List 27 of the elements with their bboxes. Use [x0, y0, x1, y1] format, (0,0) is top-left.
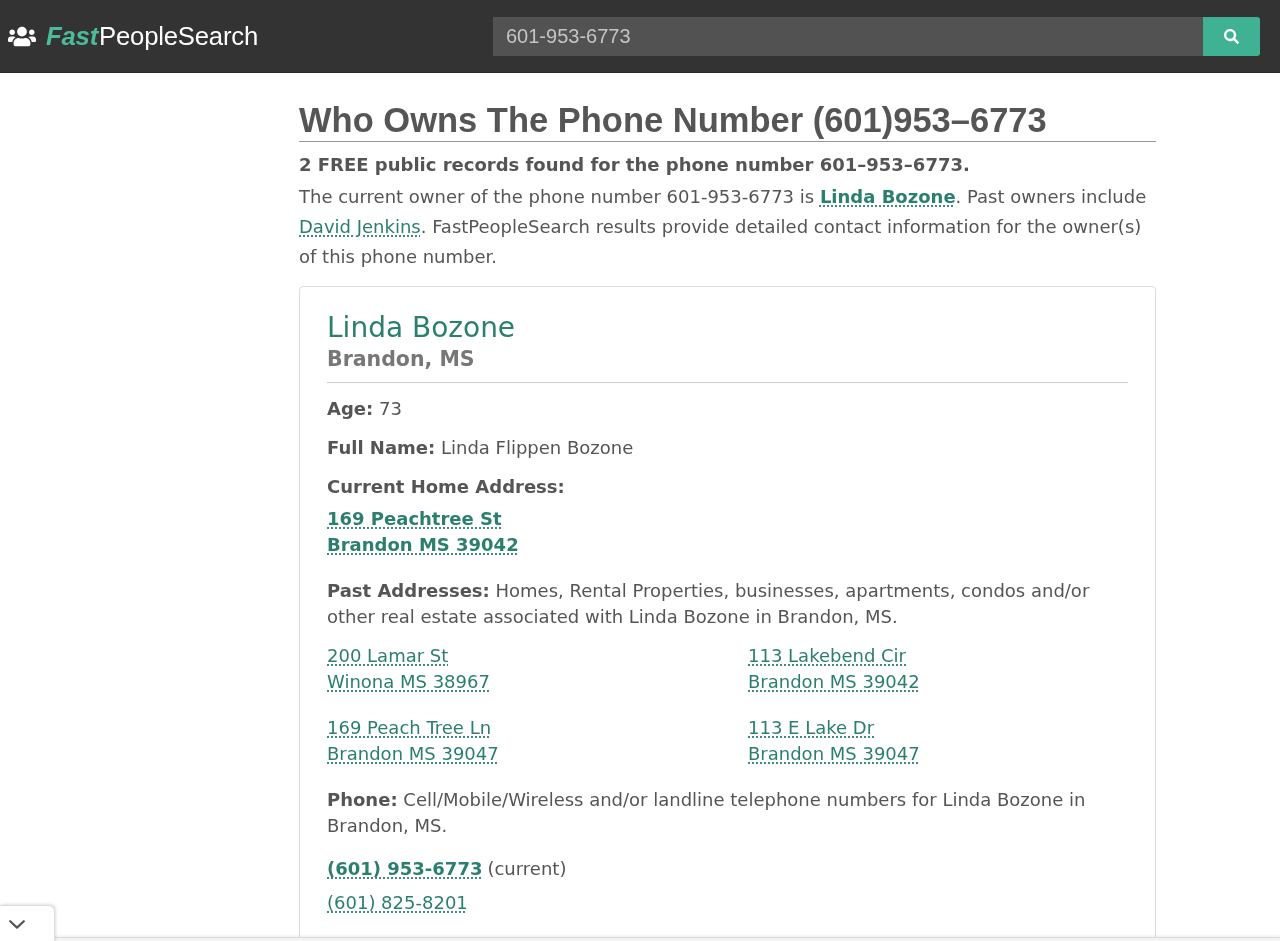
phone-link[interactable]: (601) 825-8201	[327, 890, 468, 916]
phone-status-text: (current)	[487, 857, 567, 881]
address-link[interactable]: 113 E Lake Dr Brandon MS 39047	[748, 715, 920, 767]
phone-link[interactable]: (601) 953-6773	[327, 856, 483, 882]
drawer-toggle-button[interactable]	[0, 905, 55, 941]
logo-text[interactable]: FastPeopleSearch	[46, 21, 258, 51]
address-link[interactable]: 169 Peachtree St Brandon MS 39042	[327, 506, 519, 558]
person-name-link[interactable]: Linda Bozone	[819, 186, 956, 207]
address-link[interactable]: 169 Peach Tree Ln Brandon MS 39047	[327, 715, 499, 767]
chevron-down-icon	[9, 920, 25, 929]
full-name-text: Full Name: Linda Flippen Bozone	[327, 436, 634, 460]
page-title: Who Owns The Phone Number (601)953–6773	[299, 101, 1047, 139]
phone-description-text: Phone: Cell/Mobile/Wireless and/or landline telephone numbers for Linda Bozone in Brandon, MS.	[327, 788, 1087, 838]
search-field[interactable]: 601-953-6773	[493, 16, 1203, 56]
address-link[interactable]: 113 Lakebend Cir Brandon MS 39042	[748, 643, 920, 695]
records-summary-text: 2 FREE public records found for the phone number 601–953–6773.	[299, 153, 970, 177]
people-group-icon	[8, 24, 36, 48]
record-name-heading: Linda Bozone	[327, 311, 516, 345]
age-text: Age: 73	[327, 397, 402, 421]
current-address-label: Current Home Address:	[327, 475, 565, 499]
intro-paragraph: The current owner of the phone number 601-953-6773 is Linda Bozone. Past owners include David Jenkins. FastPeopleSearch results provide detailed contact information for the owner(s) of this phone number.	[299, 185, 1148, 269]
search-icon	[1224, 28, 1239, 44]
person-name-link[interactable]: David Jenkins	[299, 216, 421, 237]
address-link[interactable]: 200 Lamar St Winona MS 38967	[327, 643, 490, 695]
record-location-text: Brandon, MS	[327, 346, 475, 373]
past-addresses-text: Past Addresses: Homes, Rental Properties, businesses, apartments, condos and/or other real estate associated with Linda Bozone in Brandon, MS.	[327, 579, 1091, 629]
search-button[interactable]	[1203, 16, 1260, 56]
